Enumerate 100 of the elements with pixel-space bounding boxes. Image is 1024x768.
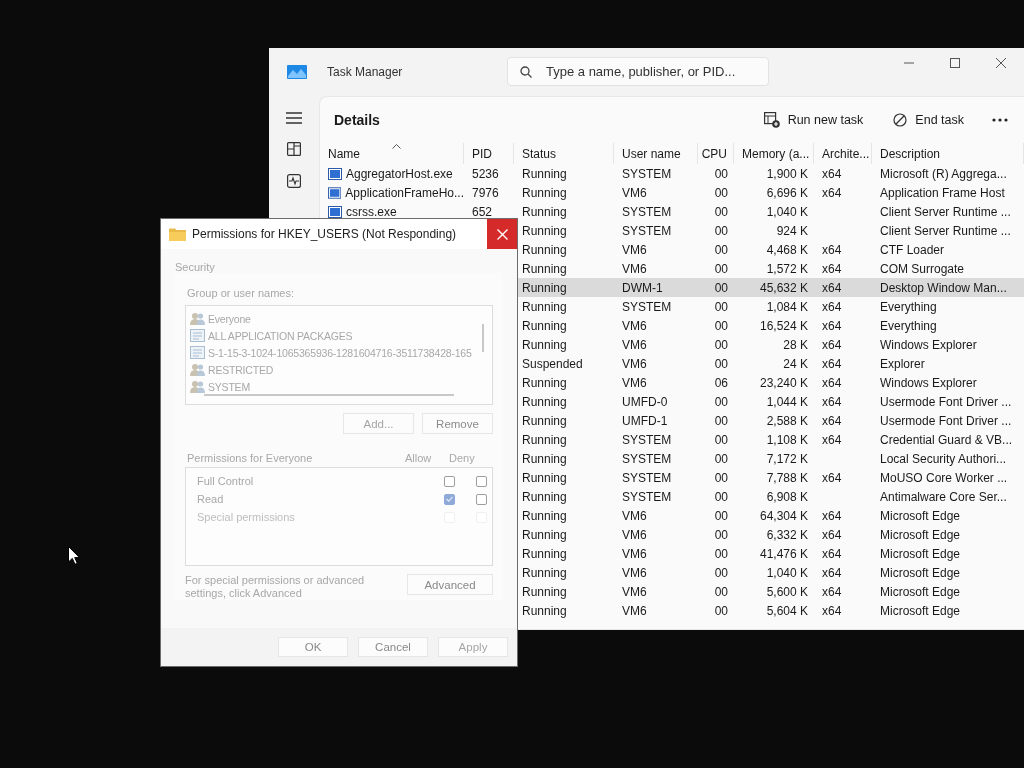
table-cell: VM6 (622, 356, 647, 371)
search-icon (520, 66, 532, 78)
table-cell: 28 K (783, 337, 808, 352)
permission-name: Read (196, 493, 225, 505)
folder-icon (169, 227, 186, 241)
table-cell: x64 (822, 299, 842, 314)
table-cell: 00 (714, 451, 728, 466)
table-cell: Running (522, 204, 567, 219)
table-cell: Running (522, 166, 567, 181)
table-cell: Running (522, 432, 567, 447)
table-cell: Running (522, 470, 567, 485)
checkbox[interactable] (444, 475, 455, 487)
advanced-note: For special permissions or advanced settings, click Advanced (185, 574, 366, 600)
table-cell: MoUSO Core Worker ... (880, 470, 1008, 485)
column-header[interactable]: PID (464, 143, 514, 164)
user-name[interactable]: SYSTEM (208, 380, 250, 393)
checkbox[interactable] (444, 493, 455, 505)
table-cell: x64 (822, 242, 842, 257)
table-cell: VM6 (622, 527, 647, 542)
table-cell: Running (522, 527, 567, 542)
column-header[interactable]: Memory (a... (734, 143, 814, 164)
table-cell: SYSTEM (622, 166, 672, 181)
table-cell: UMFD-0 (622, 394, 668, 409)
table-cell: 924 K (776, 223, 808, 238)
table-cell: Microsoft Edge (880, 546, 961, 561)
close-button[interactable] (487, 219, 517, 249)
security-tab[interactable]: Security (175, 261, 215, 273)
deny-label: Deny (449, 452, 476, 464)
table-cell: 24 K (783, 356, 808, 371)
column-header[interactable]: CPU (698, 143, 734, 164)
add-window-icon (763, 112, 780, 128)
close-icon (496, 228, 508, 240)
allow-label: Allow (405, 452, 433, 464)
program-icon (328, 186, 342, 199)
table-cell: 5236 (472, 166, 499, 181)
table-cell: Running (522, 508, 567, 523)
table-cell: 00 (714, 470, 728, 485)
table-cell: x64 (822, 280, 842, 295)
user-list[interactable]: Everyone ALL APPLICATION PACKAGES S-1-15-3-1024-1065365936-1281604716-3511738428-165 RESTRICTED SYSTEM (185, 305, 493, 405)
checkbox[interactable] (476, 475, 487, 487)
table-cell: DWM-1 (622, 280, 663, 295)
table-cell: 652 (472, 204, 493, 219)
table-cell: x64 (822, 603, 842, 618)
grid-icon (287, 142, 301, 156)
run-task-button[interactable]: Run new task (755, 108, 872, 132)
users-icon (190, 363, 205, 376)
table-cell: 00 (714, 204, 728, 219)
table-cell: x64 (822, 432, 842, 447)
table-cell: 41,476 K (759, 546, 808, 561)
program-icon (328, 167, 342, 180)
column-header[interactable]: Archite... (814, 143, 872, 164)
column-header[interactable]: Status (514, 143, 614, 164)
ok-button[interactable]: OK (278, 637, 348, 657)
table-cell: 7,788 K (766, 470, 808, 485)
table-cell: 00 (714, 508, 728, 523)
table-cell: Running (522, 318, 567, 333)
page-title: Details (334, 112, 381, 128)
column-header[interactable]: User name (614, 143, 698, 164)
table-cell: 00 (714, 394, 728, 409)
package-icon (190, 329, 205, 342)
table-cell: 00 (714, 166, 728, 181)
table-cell: 00 (714, 546, 728, 561)
table-cell: 6,332 K (766, 527, 808, 542)
column-header[interactable]: Description (872, 143, 1024, 164)
end-task-button[interactable]: End task (885, 109, 972, 131)
table-cell: Running (522, 584, 567, 599)
table-cell: 4,468 K (766, 242, 808, 257)
table-cell: 00 (714, 280, 728, 295)
cancel-button[interactable]: Cancel (358, 637, 428, 657)
table-cell: 00 (714, 527, 728, 542)
table-cell: 00 (714, 584, 728, 599)
user-name[interactable]: Everyone (208, 312, 251, 325)
table-cell: COM Surrogate (880, 261, 965, 276)
table-cell: x64 (822, 394, 842, 409)
table-cell: VM6 (622, 584, 647, 599)
table-cell: 2,588 K (766, 413, 808, 428)
permissions-label: Permissions for Everyone (187, 452, 314, 464)
user-name[interactable]: S-1-15-3-1024-1065365936-1281604716-3511738428-165 (208, 346, 472, 359)
table-cell: 1,040 K (766, 204, 808, 219)
table-cell: SYSTEM (622, 432, 672, 447)
table-cell: Running (522, 489, 567, 504)
window-title: Task Manager (327, 65, 403, 79)
table-cell: x64 (822, 375, 842, 390)
table-cell: Running (522, 242, 567, 257)
advanced-button[interactable]: Advanced (407, 574, 493, 595)
checkbox[interactable] (476, 493, 487, 505)
table-cell: Microsoft Edge (880, 508, 961, 523)
table-cell: Microsoft Edge (880, 527, 961, 542)
table-cell: 1,900 K (766, 166, 808, 181)
column-header[interactable]: Name (320, 143, 464, 164)
user-name[interactable]: ALL APPLICATION PACKAGES (208, 329, 353, 342)
search-field[interactable]: Type a name, publisher, or PID... (507, 57, 769, 86)
remove-button[interactable]: Remove (422, 413, 493, 434)
table-cell: Running (522, 299, 567, 314)
user-name[interactable]: RESTRICTED (208, 363, 274, 376)
table-cell: VM6 (622, 337, 647, 352)
table-cell: Running (522, 413, 567, 428)
table-cell: x64 (822, 356, 842, 371)
table-cell: 00 (714, 242, 728, 257)
users-icon (190, 312, 205, 325)
